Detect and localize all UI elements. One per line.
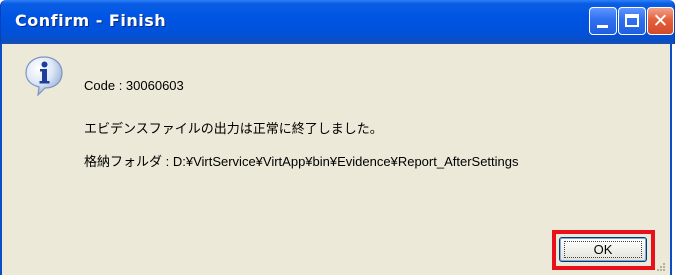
resize-grip-icon[interactable] [656,262,666,272]
folder-path-text: 格納フォルダ : D:¥VirtService¥VirtApp¥bin¥Evid… [84,154,519,169]
confirm-dialog-window: Confirm - Finish ✕ Code : 30060603 エビデンス… [0,0,675,275]
minimize-button[interactable] [589,7,617,35]
title-bar[interactable]: Confirm - Finish ✕ [0,0,675,44]
info-icon [25,56,63,97]
ok-button-label: OK [593,242,613,257]
minimize-icon [597,25,608,28]
message-text: エビデンスファイルの出力は正常に終了しました。 [84,121,383,136]
ok-button[interactable]: OK [559,237,647,262]
window-title: Confirm - Finish [15,11,167,30]
close-button[interactable]: ✕ [647,7,674,35]
close-icon: ✕ [652,10,669,32]
maximize-button[interactable] [618,7,646,35]
dialog-body: Code : 30060603 エビデンスファイルの出力は正常に終了しました。 … [0,44,672,275]
maximize-icon [625,14,639,27]
error-code-text: Code : 30060603 [84,78,184,93]
